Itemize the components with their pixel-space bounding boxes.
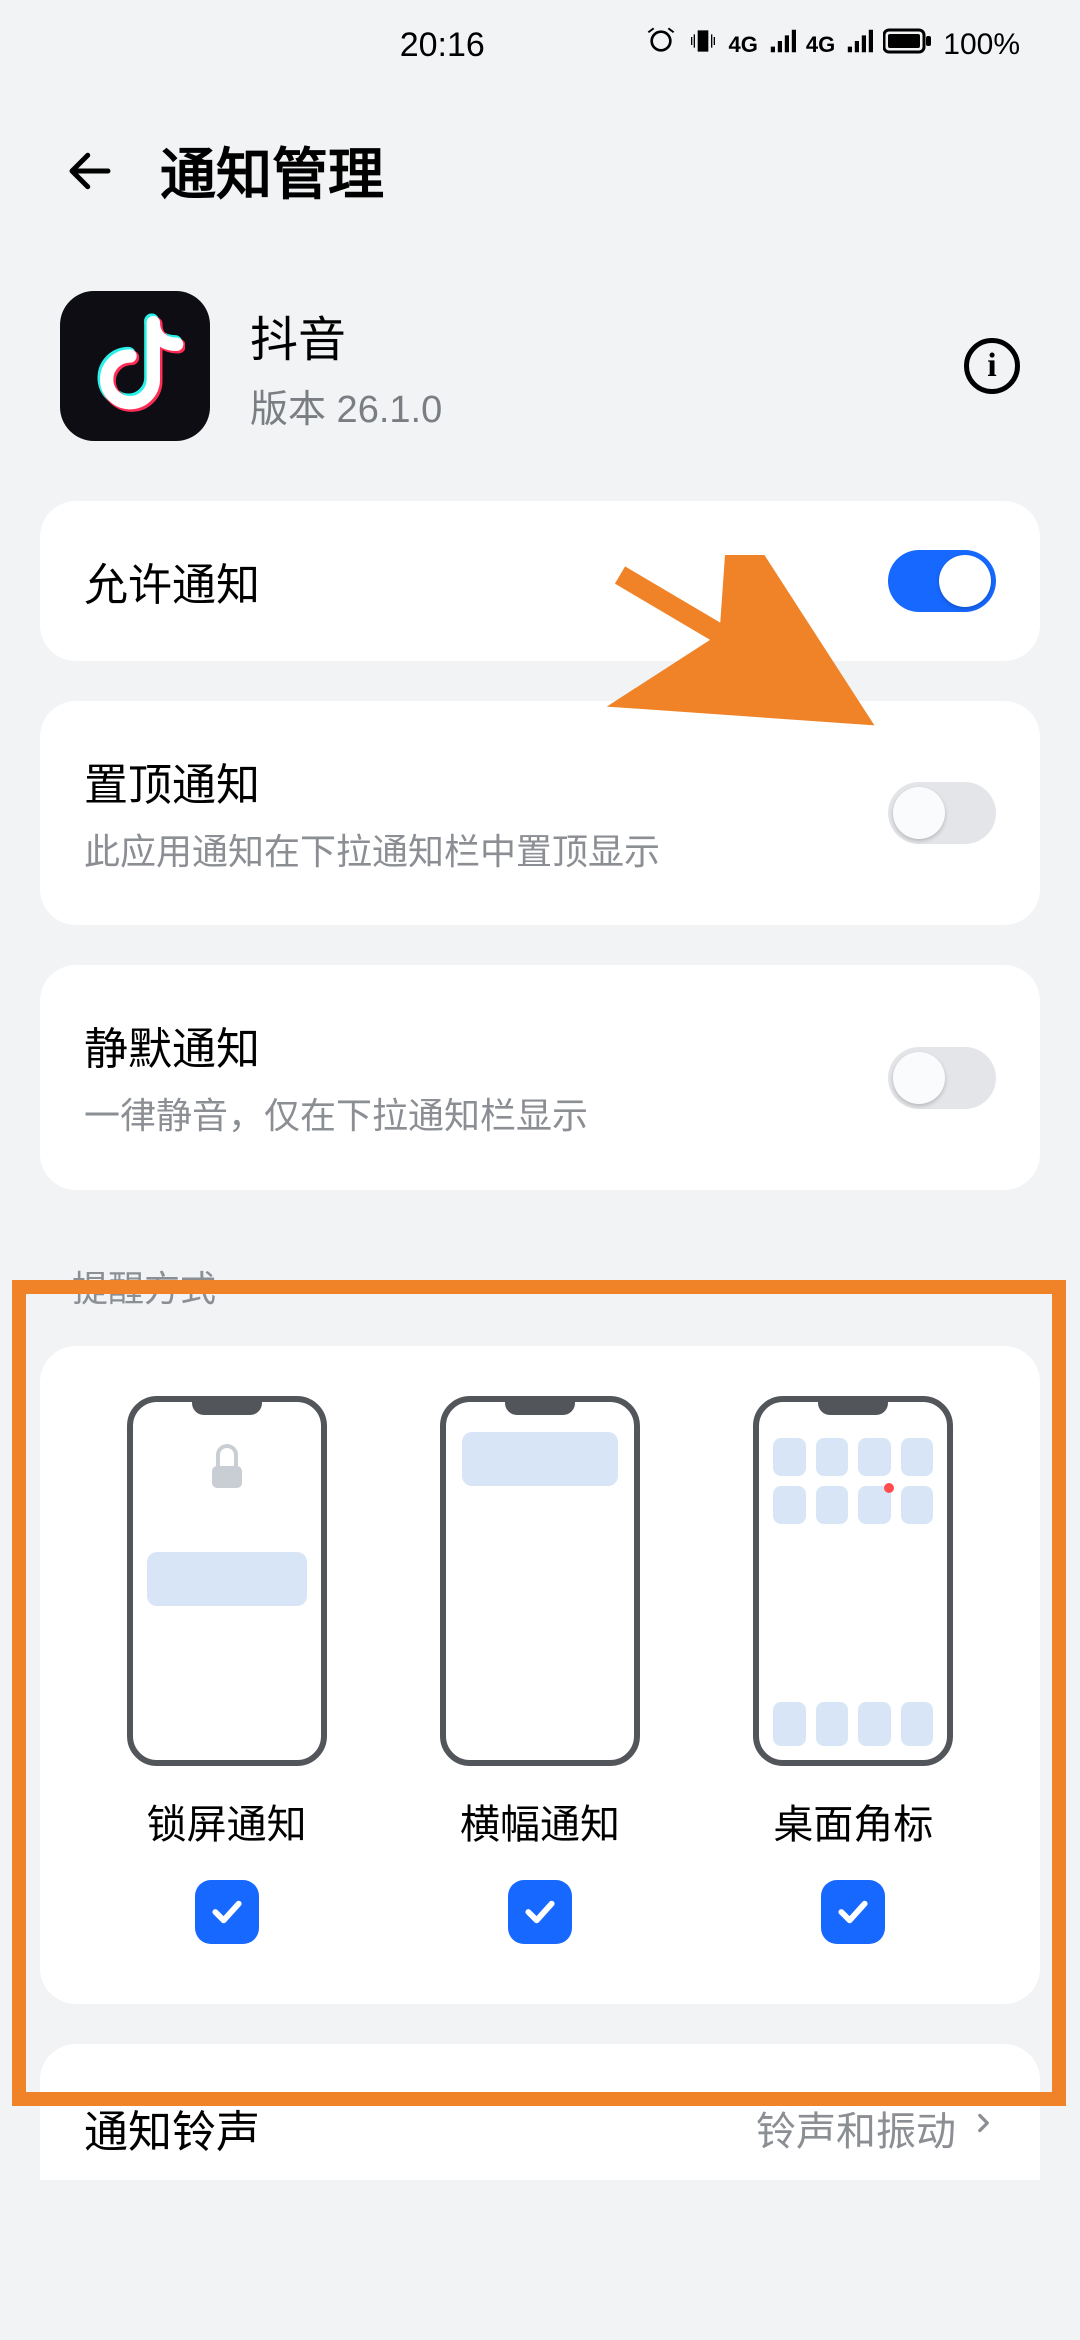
phone-preview-badge	[753, 1396, 953, 1766]
pin-notifications-card: 置顶通知 此应用通知在下拉通知栏中置顶显示	[40, 701, 1040, 925]
silent-notifications-toggle[interactable]	[888, 1047, 996, 1109]
allow-notifications-toggle[interactable]	[888, 550, 996, 612]
battery-icon	[883, 27, 933, 63]
alarm-icon	[645, 25, 677, 65]
style-banner-label: 横幅通知	[460, 1792, 620, 1850]
signal-bars-icon	[768, 27, 796, 63]
reminder-styles-card: 锁屏通知 横幅通知 桌面角标	[40, 1346, 1040, 2004]
style-banner-checkbox[interactable]	[508, 1880, 572, 1944]
pin-notifications-sub: 此应用通知在下拉通知栏中置顶显示	[84, 827, 660, 877]
back-button[interactable]	[60, 141, 120, 201]
style-badge-label: 桌面角标	[773, 1792, 933, 1850]
phone-preview-banner	[440, 1396, 640, 1766]
notification-ringtone-row[interactable]: 通知铃声 铃声和振动	[40, 2044, 1040, 2180]
allow-notifications-card: 允许通知	[40, 501, 1040, 661]
status-indicators: 4G 4G 100%	[645, 25, 1020, 65]
app-icon-douyin	[60, 291, 210, 441]
signal-bars-icon-2	[845, 27, 873, 63]
signal-4g-icon-2: 4G	[806, 32, 835, 58]
silent-notifications-sub: 一律静音，仅在下拉通知栏显示	[84, 1091, 588, 1141]
app-info-row: 抖音 版本 26.1.0 i	[0, 261, 1080, 501]
notification-ringtone-label: 通知铃声	[84, 2096, 260, 2160]
silent-notifications-card: 静默通知 一律静音，仅在下拉通知栏显示	[40, 965, 1040, 1189]
reminder-style-header: 提醒方式	[0, 1230, 1080, 1346]
chevron-right-icon	[970, 2103, 996, 2153]
pin-notifications-label: 置顶通知	[84, 749, 660, 813]
signal-4g-icon: 4G	[729, 32, 758, 58]
app-info-button[interactable]: i	[964, 338, 1020, 394]
battery-percent: 100%	[943, 28, 1020, 62]
style-badge-checkbox[interactable]	[821, 1880, 885, 1944]
lock-icon	[210, 1448, 244, 1488]
allow-notifications-label: 允许通知	[84, 549, 260, 613]
style-lock-screen[interactable]: 锁屏通知	[86, 1396, 368, 1944]
style-badge[interactable]: 桌面角标	[712, 1396, 994, 1944]
status-time: 20:16	[240, 26, 645, 65]
pin-notifications-toggle[interactable]	[888, 782, 996, 844]
style-lock-checkbox[interactable]	[195, 1880, 259, 1944]
silent-notifications-label: 静默通知	[84, 1013, 588, 1077]
app-version: 版本 26.1.0	[250, 378, 924, 433]
page-title: 通知管理	[160, 130, 384, 211]
phone-preview-lock	[127, 1396, 327, 1766]
status-bar: 20:16 4G 4G 100%	[0, 0, 1080, 90]
vibrate-icon	[687, 25, 719, 65]
style-lock-label: 锁屏通知	[147, 1792, 307, 1850]
title-bar: 通知管理	[0, 90, 1080, 261]
notification-ringtone-value: 铃声和振动	[756, 2099, 956, 2157]
style-banner[interactable]: 横幅通知	[399, 1396, 681, 1944]
app-name: 抖音	[250, 300, 924, 370]
